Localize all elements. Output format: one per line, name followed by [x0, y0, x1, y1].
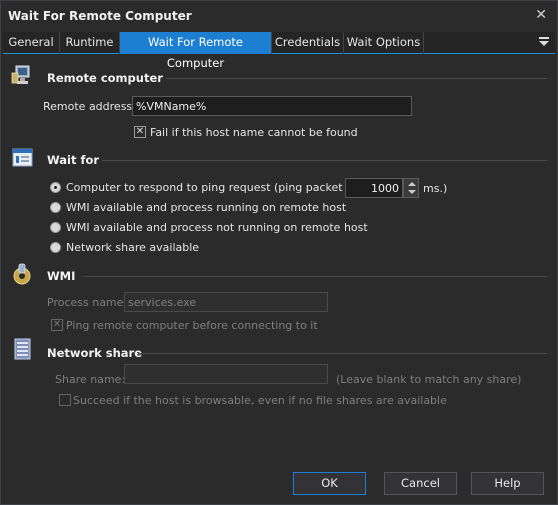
tab-credentials[interactable]: Credentials — [272, 32, 344, 54]
share-name-label: Share name: — [55, 373, 126, 386]
ping-timeout-input[interactable] — [345, 178, 403, 198]
radio-wmi-process-not-running-label: WMI available and process not running on… — [66, 221, 368, 234]
section-divider — [83, 276, 547, 277]
cancel-button[interactable]: Cancel — [384, 472, 457, 495]
radio-network-share-label: Network share available — [66, 241, 200, 254]
browsable-label: Succeed if the host is browsable, even i… — [73, 394, 447, 407]
radio-wmi-process-not-running[interactable] — [50, 222, 61, 233]
wait-for-heading: Wait for — [47, 153, 100, 167]
ok-button[interactable]: OK — [293, 472, 366, 495]
tab-menu-icon[interactable] — [537, 35, 551, 49]
process-name-input[interactable] — [124, 292, 328, 312]
tab-strip: General Runtime Wait For Remote Computer… — [3, 32, 555, 70]
tab-general[interactable]: General — [3, 32, 60, 54]
remote-computer-heading: Remote computer — [47, 71, 163, 85]
fail-if-not-found-checkbox[interactable]: ✕ — [134, 126, 146, 138]
network-share-icon — [14, 338, 31, 360]
radio-wmi-process-running[interactable] — [50, 202, 61, 213]
radio-ping-response[interactable] — [50, 182, 61, 193]
browsable-checkbox[interactable] — [59, 394, 71, 406]
wait-for-icon — [12, 148, 33, 167]
ping-before-connect-label: Ping remote computer before connecting t… — [66, 319, 318, 332]
process-name-label: Process name: — [47, 296, 128, 309]
wmi-gear-icon — [13, 263, 31, 285]
close-icon[interactable]: ✕ — [535, 7, 547, 23]
network-share-heading: Network share — [47, 346, 143, 360]
share-name-input[interactable] — [124, 364, 328, 384]
dialog-window: Wait For Remote Computer ✕ General Runti… — [0, 0, 558, 505]
wmi-heading: WMI — [47, 269, 76, 283]
remote-address-label: Remote address: — [43, 100, 136, 113]
title-bar: Wait For Remote Computer ✕ — [1, 1, 557, 31]
window-title: Wait For Remote Computer — [8, 9, 192, 23]
section-divider — [102, 160, 547, 161]
ping-timeout-unit: ms.) — [423, 182, 448, 195]
share-name-hint: (Leave blank to match any share) — [336, 373, 522, 386]
remote-address-input[interactable] — [132, 96, 412, 116]
tab-runtime[interactable]: Runtime — [60, 32, 120, 54]
tab-wait-options[interactable]: Wait Options — [344, 32, 424, 54]
remote-computer-icon — [11, 65, 30, 84]
tab-wait-for-remote-computer[interactable]: Wait For Remote Computer — [120, 32, 272, 70]
ping-timeout-spinner[interactable] — [403, 178, 419, 198]
fail-if-not-found-label: Fail if this host name cannot be found — [150, 126, 358, 139]
radio-ping-response-label: Computer to respond to ping request (pin… — [66, 181, 389, 194]
radio-network-share[interactable] — [50, 242, 61, 253]
section-divider — [138, 353, 547, 354]
section-divider — [166, 78, 547, 79]
radio-wmi-process-running-label: WMI available and process running on rem… — [66, 201, 347, 214]
ping-before-connect-checkbox[interactable]: ✕ — [51, 319, 63, 331]
help-button[interactable]: Help — [471, 472, 544, 495]
